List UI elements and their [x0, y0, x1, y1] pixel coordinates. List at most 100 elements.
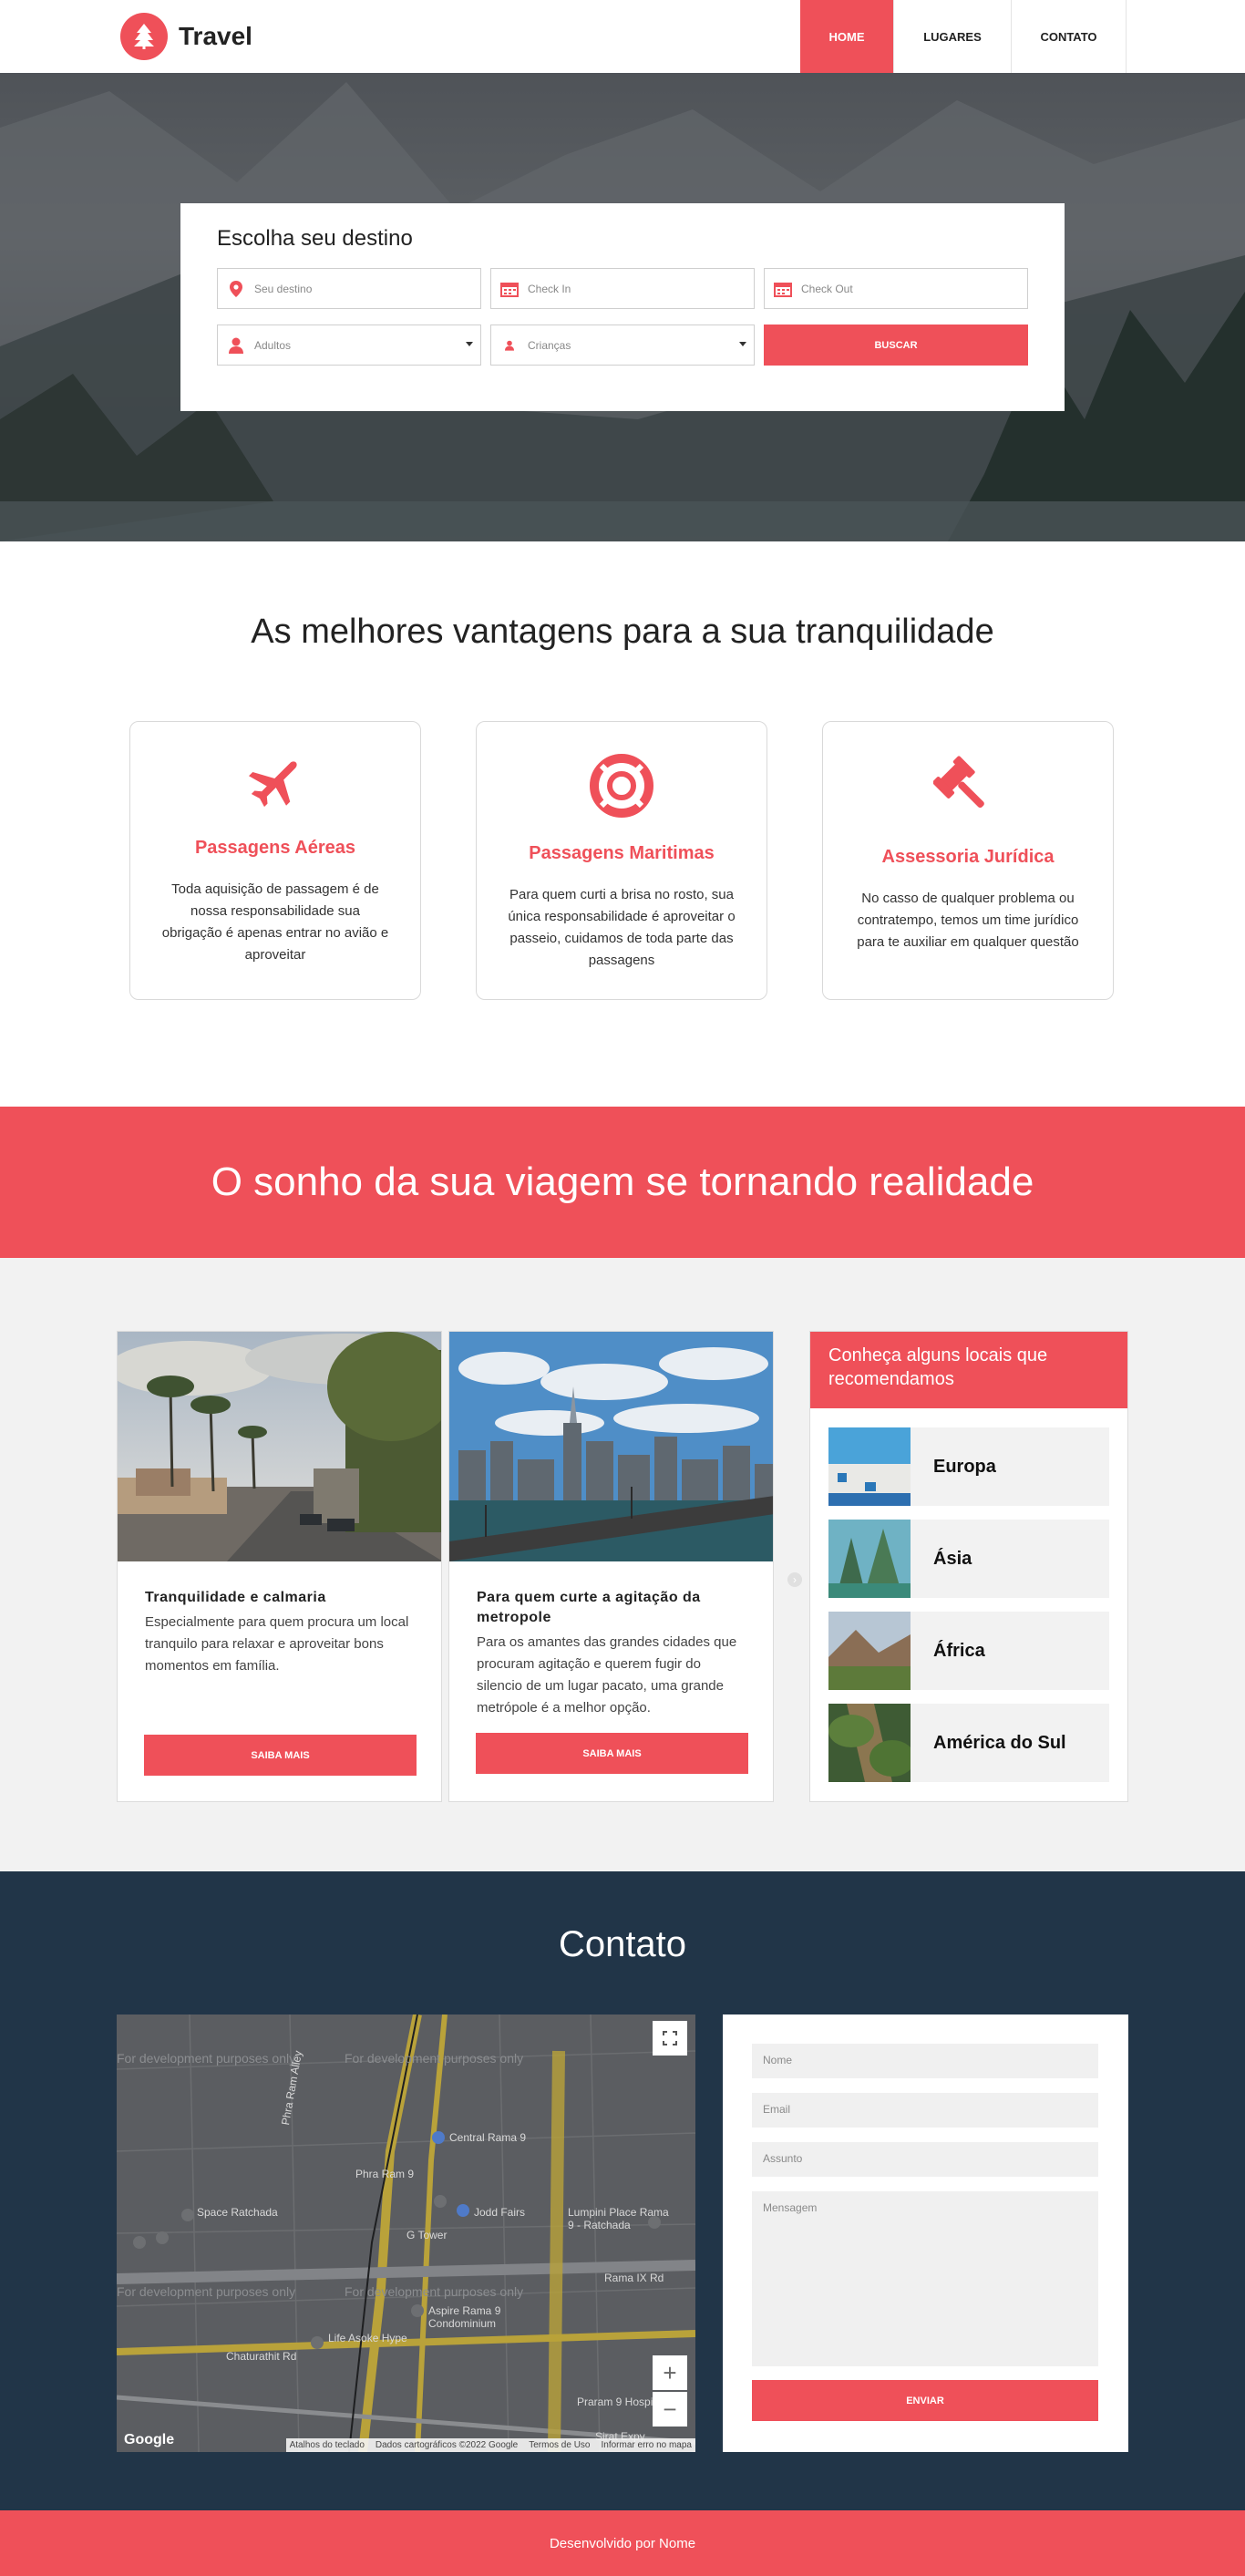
fullscreen-icon[interactable] [653, 2021, 687, 2056]
advantages-section: As melhores vantagens para a sua tranqui… [0, 541, 1245, 1107]
hero: Escolha seu destino Seu destino Check In… [0, 73, 1245, 541]
palm-street-image [118, 1332, 441, 1561]
advantage-title: Assessoria Jurídica [881, 847, 1055, 867]
location-name: Ásia [933, 1548, 972, 1569]
map-attribution: Atalhos do teclado Dados cartográficos ©… [285, 2438, 695, 2452]
brand-logo[interactable]: Travel [120, 13, 252, 60]
advantage-text: No casso de qualquer problema ou contrat… [857, 891, 1079, 950]
map-label: Central Rama 9 [449, 2131, 527, 2144]
chevron-down-icon [466, 342, 473, 346]
location-europa[interactable]: Europa [828, 1427, 1109, 1506]
map-watermark: For development purposes only [345, 2051, 524, 2066]
map-label: Lumpini Place Rama 9 - Ratchada [568, 2206, 669, 2231]
adults-select[interactable]: Adultos [217, 325, 481, 366]
advantage-title: Passagens Aéreas [194, 838, 356, 858]
name-input[interactable]: Nome [752, 2044, 1098, 2078]
post-title: Tranquilidade e calmaria [145, 1590, 326, 1605]
zoom-out-button[interactable]: − [653, 2392, 687, 2427]
map-watermark: For development purposes only [345, 2284, 524, 2299]
map-label: Praram 9 Hospital [577, 2396, 665, 2408]
report-error-link[interactable]: Informar erro no mapa [602, 2440, 693, 2450]
plane-icon [130, 753, 420, 818]
gavel-icon [823, 753, 1113, 827]
footer-credit: Desenvolvido por Nome [549, 2535, 696, 2551]
location-name: América do Sul [933, 1732, 1066, 1753]
nav-home[interactable]: HOME [800, 0, 894, 73]
checkin-input[interactable]: Check In [490, 268, 755, 309]
zoom-in-button[interactable]: + [653, 2355, 687, 2390]
footer: Desenvolvido por Nome [0, 2510, 1245, 2576]
post-text: Especialmente para quem procura um local… [145, 1614, 409, 1674]
map-label: Chaturathit Rd [226, 2350, 297, 2363]
map[interactable]: For development purposes only For develo… [117, 2014, 695, 2452]
location-america-do-sul[interactable]: América do Sul [828, 1704, 1109, 1782]
location-africa[interactable]: África [828, 1612, 1109, 1690]
keyboard-shortcuts-link[interactable]: Atalhos do teclado [290, 2440, 365, 2450]
message-textarea[interactable]: Mensagem [752, 2191, 1098, 2366]
map-label: Life Asoke Hype [328, 2332, 407, 2344]
checkout-input[interactable]: Check Out [764, 268, 1028, 309]
children-value: Crianças [528, 338, 571, 352]
map-marker-icon [218, 280, 254, 297]
advantage-text: Para quem curti a brisa no rosto, sua ún… [508, 887, 736, 968]
contact-section: Contato For development purposes only Fo… [0, 1871, 1245, 2510]
map-label: Rama IX Rd [604, 2272, 664, 2284]
nav-contato[interactable]: CONTATO [1012, 0, 1127, 73]
location-asia[interactable]: Ásia [828, 1520, 1109, 1598]
asia-thumbnail [828, 1520, 911, 1598]
send-button[interactable]: ENVIAR [752, 2380, 1098, 2421]
advantage-text: Toda aquisição de passagem é de nossa re… [161, 881, 389, 963]
africa-thumbnail [828, 1612, 911, 1690]
children-select[interactable]: Crianças [490, 325, 755, 366]
destination-input[interactable]: Seu destino [217, 268, 481, 309]
user-icon [218, 337, 254, 354]
post-title: Para quem curte a agitação da metropole [477, 1590, 701, 1625]
advantage-card: Assessoria Jurídica No casso de qualquer… [822, 721, 1114, 1000]
saiba-mais-button[interactable]: SAIBA MAIS [476, 1733, 748, 1774]
banner-title: O sonho da sua viagem se tornando realid… [211, 1159, 1034, 1204]
map-label: G Tower [406, 2229, 448, 2241]
brand-name: Travel [179, 22, 252, 50]
map-watermark: For development purposes only [117, 2051, 296, 2066]
banner: O sonho da sua viagem se tornando realid… [0, 1107, 1245, 1258]
post-text: Para os amantes das grandes cidades que … [477, 1634, 737, 1716]
main-menu: HOME LUGARES CONTATO [800, 0, 1127, 73]
advantage-card: Passagens Maritimas Para quem curti a br… [476, 721, 767, 1000]
map-label: Phra Ram 9 [355, 2168, 415, 2180]
advantages-title: As melhores vantagens para a sua tranqui… [251, 613, 994, 651]
email-input[interactable]: Email [752, 2093, 1098, 2128]
chevron-down-icon [739, 342, 746, 346]
places-section: Tranquilidade e calmaria Especialmente p… [0, 1258, 1245, 1871]
advantage-title: Passagens Maritimas [529, 843, 715, 863]
map-label: Jodd Fairs [474, 2206, 526, 2219]
adults-value: Adultos [254, 338, 292, 352]
checkin-placeholder: Check In [528, 282, 571, 295]
checkout-placeholder: Check Out [801, 282, 853, 295]
map-watermark: For development purposes only [117, 2284, 296, 2299]
recommended-locations: Conheça alguns locais que recomendamos E… [809, 1331, 1128, 1802]
search-form: Escolha seu destino Seu destino Check In… [180, 203, 1065, 411]
terms-link[interactable]: Termos de Uso [529, 2440, 590, 2450]
google-logo: Google [124, 2432, 175, 2447]
post-card: Para quem curte a agitação da metropole … [448, 1331, 774, 1802]
location-name: Europa [933, 1456, 996, 1477]
calendar-icon [491, 281, 528, 297]
carousel-next-icon[interactable]: › [787, 1572, 802, 1587]
life-ring-icon [477, 753, 767, 823]
saiba-mais-button[interactable]: SAIBA MAIS [144, 1735, 417, 1776]
navbar: Travel HOME LUGARES CONTATO [0, 0, 1245, 73]
nav-lugares[interactable]: LUGARES [894, 0, 1012, 73]
search-title: Escolha seu destino [217, 226, 413, 251]
recommended-title: Conheça alguns locais que recomendamos [810, 1332, 1127, 1408]
search-button[interactable]: BUSCAR [764, 325, 1028, 366]
contact-form: Nome Email Assunto Mensagem ENVIAR [723, 2014, 1128, 2452]
subject-input[interactable]: Assunto [752, 2142, 1098, 2177]
city-skyline-image [449, 1332, 773, 1561]
destination-placeholder: Seu destino [254, 282, 313, 295]
america-do-sul-thumbnail [828, 1704, 911, 1782]
map-data-text: Dados cartográficos ©2022 Google [375, 2440, 519, 2450]
location-name: África [933, 1640, 985, 1661]
map-label: Space Ratchada [197, 2206, 278, 2219]
tree-icon [120, 13, 168, 60]
europa-thumbnail [828, 1427, 911, 1506]
